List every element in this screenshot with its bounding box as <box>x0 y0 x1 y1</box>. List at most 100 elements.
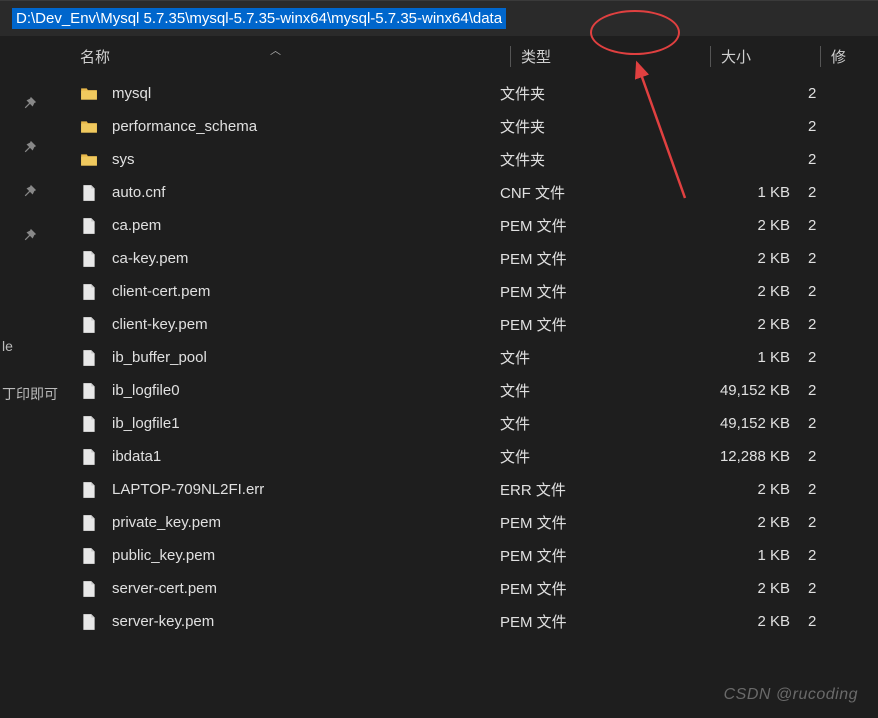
file-size: 1 KB <box>700 349 800 366</box>
file-name: ib_logfile0 <box>112 382 180 399</box>
file-size: 1 KB <box>700 547 800 564</box>
file-name: mysql <box>112 85 151 102</box>
file-name: client-key.pem <box>112 316 208 333</box>
file-name: ib_logfile1 <box>112 415 180 432</box>
file-row[interactable]: mysql 文件夹 2 <box>60 77 878 110</box>
file-name: auto.cnf <box>112 184 165 201</box>
file-icon <box>80 547 98 565</box>
file-size: 2 KB <box>700 613 800 630</box>
file-row[interactable]: server-cert.pemPEM 文件2 KB2 <box>60 572 878 605</box>
path-text[interactable]: D:\Dev_Env\Mysql 5.7.35\mysql-5.7.35-win… <box>12 8 506 29</box>
file-modified: 2 <box>800 514 830 531</box>
file-name: LAPTOP-709NL2FI.err <box>112 481 264 498</box>
left-label-2: 丁印即可 <box>2 384 58 404</box>
file-type: PEM 文件 <box>500 611 700 632</box>
file-row[interactable]: ca-key.pem PEM 文件2 KB2 <box>60 242 878 275</box>
file-modified: 2 <box>800 283 830 300</box>
file-icon <box>80 217 98 235</box>
file-icon <box>80 448 98 466</box>
file-type: 文件 <box>500 380 700 401</box>
file-icon <box>80 481 98 499</box>
file-name: ca.pem <box>112 217 161 234</box>
file-modified: 2 <box>800 85 830 102</box>
file-list[interactable]: 名称 ︿ 类型 大小 修 mysql文件夹2performance_schema… <box>60 36 878 718</box>
file-row[interactable]: ib_logfile0 文件49,152 KB2 <box>60 374 878 407</box>
file-size: 49,152 KB <box>700 382 800 399</box>
sort-indicator-icon: ︿ <box>270 42 281 58</box>
file-type: PEM 文件 <box>500 578 700 599</box>
folder-icon <box>80 85 98 103</box>
file-modified: 2 <box>800 547 830 564</box>
file-name: sys <box>112 151 135 168</box>
pin-icon <box>23 184 37 198</box>
left-truncated-labels: le 丁印即可 <box>0 330 58 434</box>
file-type: CNF 文件 <box>500 182 700 203</box>
file-icon <box>80 580 98 598</box>
file-modified: 2 <box>800 250 830 267</box>
file-modified: 2 <box>800 184 830 201</box>
file-row[interactable]: client-cert.pemPEM 文件2 KB2 <box>60 275 878 308</box>
column-header-type[interactable]: 类型 <box>510 46 710 67</box>
file-modified: 2 <box>800 118 830 135</box>
file-modified: 2 <box>800 217 830 234</box>
column-header-size[interactable]: 大小 <box>710 46 820 67</box>
file-type: 文件 <box>500 347 700 368</box>
file-icon <box>80 382 98 400</box>
file-icon <box>80 613 98 631</box>
column-header-modified[interactable]: 修 <box>820 46 870 67</box>
file-type: PEM 文件 <box>500 512 700 533</box>
pin-icon <box>23 96 37 110</box>
file-name: ibdata1 <box>112 448 161 465</box>
file-name: ca-key.pem <box>112 250 188 267</box>
file-icon <box>80 250 98 268</box>
file-row[interactable]: performance_schema文件夹2 <box>60 110 878 143</box>
file-modified: 2 <box>800 481 830 498</box>
file-modified: 2 <box>800 316 830 333</box>
file-row[interactable]: ib_buffer_pool 文件1 KB2 <box>60 341 878 374</box>
file-type: 文件夹 <box>500 83 700 104</box>
file-row[interactable]: sys文件夹2 <box>60 143 878 176</box>
file-type: PEM 文件 <box>500 248 700 269</box>
file-name: server-cert.pem <box>112 580 217 597</box>
file-size: 2 KB <box>700 250 800 267</box>
left-label-1: le <box>2 338 58 354</box>
file-modified: 2 <box>800 448 830 465</box>
file-row[interactable]: ib_logfile1文件49,152 KB2 <box>60 407 878 440</box>
file-type: 文件 <box>500 446 700 467</box>
pin-icon <box>23 140 37 154</box>
file-modified: 2 <box>800 580 830 597</box>
file-name: ib_buffer_pool <box>112 349 207 366</box>
file-name: server-key.pem <box>112 613 214 630</box>
file-modified: 2 <box>800 349 830 366</box>
file-row[interactable]: private_key.pem PEM 文件2 KB2 <box>60 506 878 539</box>
address-bar[interactable]: D:\Dev_Env\Mysql 5.7.35\mysql-5.7.35-win… <box>0 0 878 36</box>
folder-icon <box>80 151 98 169</box>
file-row[interactable]: public_key.pemPEM 文件1 KB2 <box>60 539 878 572</box>
file-size: 2 KB <box>700 481 800 498</box>
file-type: ERR 文件 <box>500 479 700 500</box>
file-icon <box>80 184 98 202</box>
file-row[interactable]: client-key.pemPEM 文件2 KB2 <box>60 308 878 341</box>
file-row[interactable]: ca.pemPEM 文件2 KB2 <box>60 209 878 242</box>
file-row[interactable]: auto.cnfCNF 文件1 KB2 <box>60 176 878 209</box>
file-row[interactable]: server-key.pem PEM 文件2 KB2 <box>60 605 878 638</box>
file-name: private_key.pem <box>112 514 221 531</box>
file-type: PEM 文件 <box>500 314 700 335</box>
file-icon <box>80 283 98 301</box>
file-size: 2 KB <box>700 514 800 531</box>
pin-icon <box>23 228 37 242</box>
file-row[interactable]: LAPTOP-709NL2FI.err ERR 文件2 KB2 <box>60 473 878 506</box>
column-header-name[interactable]: 名称 ︿ <box>70 46 510 67</box>
file-type: 文件夹 <box>500 116 700 137</box>
file-icon <box>80 349 98 367</box>
column-headers[interactable]: 名称 ︿ 类型 大小 修 <box>60 36 878 77</box>
file-icon <box>80 415 98 433</box>
file-type: 文件夹 <box>500 149 700 170</box>
file-modified: 2 <box>800 613 830 630</box>
file-type: PEM 文件 <box>500 545 700 566</box>
file-size: 2 KB <box>700 283 800 300</box>
file-type: PEM 文件 <box>500 215 700 236</box>
file-row[interactable]: ibdata1文件12,288 KB2 <box>60 440 878 473</box>
file-icon <box>80 316 98 334</box>
file-modified: 2 <box>800 382 830 399</box>
